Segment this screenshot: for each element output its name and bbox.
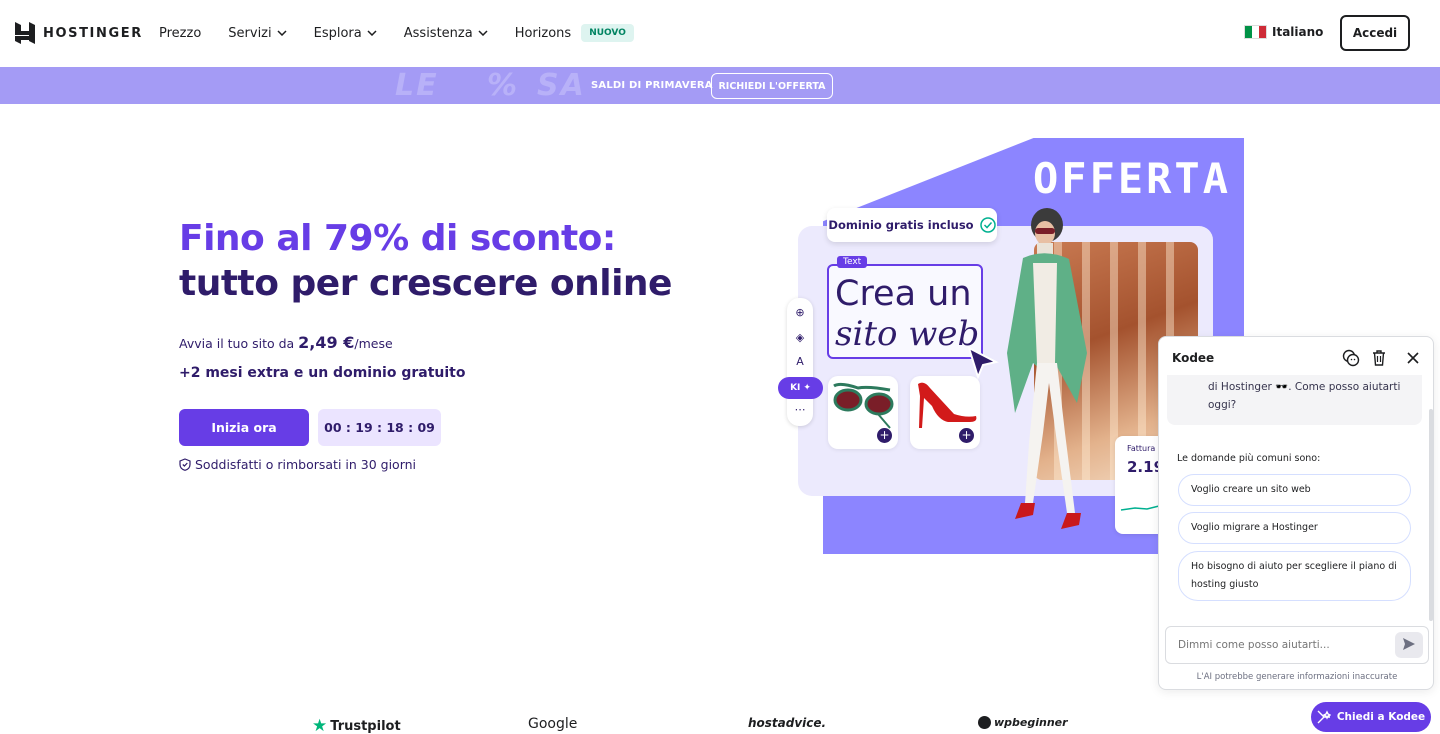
chevron-down-icon: [277, 30, 287, 36]
kodee-chat-panel: Kodee di Hostinger 🕶️. Come posso aiutar…: [1158, 336, 1434, 690]
editor-toolbar: ⊕ ◈ A ⋯: [787, 298, 813, 426]
nav-label: Esplora: [313, 25, 362, 41]
hostadvice-logo: hostadvice.: [748, 716, 827, 730]
percent-decoration: %: [487, 68, 520, 103]
nav-item-esplora[interactable]: Esplora: [314, 26, 377, 41]
add-product-icon: +: [877, 428, 892, 443]
offer-word: OFFERTA: [1033, 154, 1232, 203]
language-selector[interactable]: Italiano: [1244, 25, 1323, 39]
brand-name: HOSTINGER: [43, 25, 143, 41]
italy-flag-icon: [1244, 25, 1267, 39]
nav-label: Horizons: [514, 25, 572, 41]
chat-scrollbar[interactable]: [1429, 409, 1433, 621]
wpbeginner-icon: [978, 716, 991, 729]
wpbeginner-logo: wpbeginner: [994, 716, 1068, 729]
chat-input[interactable]: [1165, 626, 1429, 664]
invoice-card: Fattura 2.19: [1115, 436, 1160, 534]
review-hostadvice[interactable]: hostadvice.: [748, 716, 826, 730]
assistant-message: di Hostinger 🕶️. Come posso aiutarti ogg…: [1208, 381, 1401, 411]
ai-disclaimer: L'AI potrebbe generare informazioni inac…: [1196, 672, 1398, 682]
nav-item-horizons[interactable]: Horizons NUOVO: [515, 24, 634, 42]
sunglasses-product: +: [828, 376, 898, 449]
invoice-label: Fattura: [1127, 444, 1156, 453]
close-icon[interactable]: [1404, 349, 1422, 367]
more-icon: ⋯: [794, 403, 806, 416]
claim-offer-button[interactable]: RICHIEDI L'OFFERTA: [711, 73, 833, 99]
headline-line1: Crea un: [835, 274, 972, 314]
faq-migrate-button[interactable]: Voglio migrare a Hostinger: [1178, 512, 1411, 544]
high-heel-icon: [918, 382, 977, 428]
trend-line-icon: [1120, 505, 1160, 511]
money-back-guarantee: Soddisfatti o rimborsati in 30 giorni: [179, 457, 416, 472]
text-tag: Text: [837, 256, 868, 268]
kodee-icon: [1317, 710, 1331, 724]
brand-logo[interactable]: HOSTINGER: [15, 22, 143, 44]
sale-decoration: SA: [537, 68, 586, 103]
nav-label: Prezzo: [159, 25, 202, 41]
price-prefix: Avvia il tuo sito da: [179, 336, 295, 351]
faq-label: Le domande più comuni sono:: [1177, 453, 1321, 464]
review-wpbeginner[interactable]: wpbeginner: [978, 716, 1068, 729]
hostinger-logo-icon: [15, 22, 35, 44]
guarantee-text: Soddisfatti o rimborsati in 30 giorni: [195, 457, 417, 472]
nav-label: Servizi: [228, 25, 272, 41]
nav-item-servizi[interactable]: Servizi: [228, 25, 287, 41]
hero-title-highlight: Fino al 79% di sconto:: [179, 218, 616, 259]
start-now-button[interactable]: Inizia ora: [179, 409, 309, 446]
nav-item-assistenza[interactable]: Assistenza: [404, 26, 488, 41]
woman-figure: [1007, 208, 1087, 529]
domain-pill-text: Dominio gratis incluso: [828, 218, 974, 232]
promo-banner: LE % SA SALDI DI PRIMAVERA RICHIEDI L'OF…: [0, 67, 1440, 104]
hero-title: tutto per crescere online: [179, 263, 672, 304]
faq-create-site-button[interactable]: Voglio creare un sito web: [1178, 474, 1411, 506]
text-style-icon: A: [796, 355, 804, 368]
price-value: 2,49 €: [298, 333, 355, 352]
google-logo: Google: [528, 716, 578, 732]
chat-title: Kodee: [1172, 351, 1215, 365]
ai-label: KI: [790, 383, 801, 393]
shoe-product: +: [910, 376, 980, 449]
invoice-value: 2.19: [1127, 458, 1160, 476]
add-icon: ⊕: [795, 306, 805, 319]
free-domain-pill: Dominio gratis incluso: [827, 208, 997, 242]
send-icon: [1403, 637, 1415, 650]
price-suffix: /mese: [354, 336, 393, 351]
countdown-timer: 00 : 19 : 18 : 09: [318, 409, 441, 446]
shield-check-icon: [179, 458, 191, 471]
sparkle-icon: ✦: [803, 383, 811, 393]
layers-icon: ◈: [795, 331, 805, 344]
review-google[interactable]: Google: [528, 716, 577, 732]
main-nav: Prezzo Servizi Esplora Assistenza Horizo…: [159, 24, 661, 42]
ai-pill: KI ✦: [778, 377, 823, 399]
promo-text: SALDI DI PRIMAVERA: [591, 80, 713, 91]
send-button[interactable]: [1395, 632, 1423, 658]
sale-decoration: LE: [395, 68, 439, 103]
extra-offer: +2 mesi extra e un dominio gratuito: [179, 365, 466, 381]
ask-kodee-label: Chiedi a Kodee: [1336, 711, 1426, 723]
login-button[interactable]: Accedi: [1340, 15, 1410, 51]
chat-new-conversation-icon[interactable]: [1342, 349, 1360, 367]
headline-line2: sito web: [835, 314, 980, 354]
add-product-icon: +: [959, 428, 974, 443]
nav-label: Assistenza: [403, 25, 473, 41]
new-badge: NUOVO: [581, 24, 634, 42]
site-header: HOSTINGER Prezzo Servizi Esplora Assiste…: [0, 0, 1440, 67]
chevron-down-icon: [478, 30, 488, 36]
nav-item-prezzo[interactable]: Prezzo: [159, 26, 201, 41]
trash-icon[interactable]: [1370, 349, 1388, 367]
trustpilot-logo: Trustpilot: [330, 718, 401, 734]
review-trustpilot[interactable]: ★ Trustpilot: [312, 716, 401, 734]
faq-choose-plan-button[interactable]: Ho bisogno di aiuto per scegliere il pia…: [1178, 551, 1411, 601]
ask-kodee-button[interactable]: Chiedi a Kodee: [1311, 702, 1431, 732]
chevron-down-icon: [367, 30, 377, 36]
sunglasses-icon: [833, 382, 894, 429]
star-icon: ★: [312, 716, 328, 734]
price-line: Avvia il tuo sito da 2,49 €/mese: [179, 333, 393, 352]
language-label: Italiano: [1272, 25, 1324, 39]
